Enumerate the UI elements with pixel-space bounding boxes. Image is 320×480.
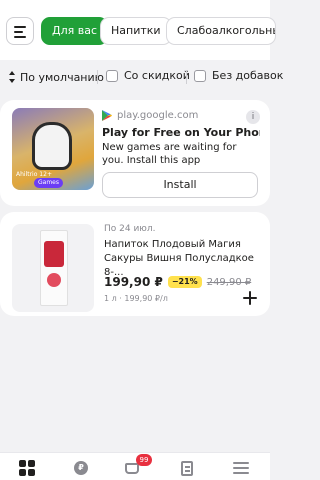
- menu-icon-line: [233, 467, 249, 469]
- other-filter-label: Без добавок: [212, 69, 284, 82]
- divider: [186, 70, 187, 84]
- cart-icon: [125, 463, 139, 474]
- coin-icon: ₽: [74, 461, 88, 475]
- menu-icon: [233, 462, 249, 464]
- nav-bonuses[interactable]: ₽: [72, 459, 90, 477]
- ad-title: Play for Free on Your Phone: [102, 126, 260, 139]
- grid-icon-cell: [28, 460, 35, 467]
- hamburger-icon-line: [14, 31, 23, 33]
- filter-row: По умолчанию Со скидкой Без добавок: [0, 60, 283, 94]
- price-row: 199,90 ₽ −21% 249,90 ₽: [104, 274, 251, 290]
- sort-label: По умолчанию: [20, 70, 104, 84]
- ad-description: New games are waiting for you. Install t…: [102, 142, 237, 166]
- info-icon[interactable]: i: [246, 110, 260, 124]
- grid-icon: [19, 460, 26, 467]
- checkbox-box: [194, 69, 206, 82]
- ad-source-label: play.google.com: [117, 110, 199, 121]
- drink-carton-illustration: [40, 230, 68, 306]
- nav-cart[interactable]: 99: [124, 454, 152, 477]
- games-badge: Games: [34, 178, 63, 188]
- chip-drinks[interactable]: Напитки: [100, 17, 172, 45]
- divider: [97, 70, 98, 84]
- grid-icon-cell: [28, 469, 35, 476]
- play-store-icon: [102, 110, 112, 121]
- product-card[interactable]: По 24 июл. Напиток Плодовый Магия Сакуры…: [0, 212, 270, 316]
- hamburger-icon: [14, 26, 26, 28]
- cart-count-badge: 99: [136, 454, 152, 466]
- chip-for-you[interactable]: Для вас: [41, 17, 109, 45]
- bottom-navigation: ₽ 99: [0, 452, 270, 480]
- discount-badge: −21%: [167, 276, 202, 288]
- menu-icon-line: [233, 472, 249, 474]
- ad-source: play.google.com: [102, 110, 198, 121]
- install-button[interactable]: Install: [102, 172, 258, 198]
- ad-image: Ahiltrio 12+ Games: [12, 108, 94, 190]
- discount-checkbox[interactable]: Со скидкой: [106, 69, 190, 82]
- hamburger-icon-line: [14, 36, 26, 38]
- promo-date: По 24 июл.: [104, 224, 156, 234]
- product-image[interactable]: [12, 224, 94, 312]
- game-character-illustration: [32, 122, 72, 170]
- ad-card[interactable]: Ahiltrio 12+ Games play.google.com i Pla…: [0, 100, 270, 206]
- sort-dropdown[interactable]: По умолчанию: [8, 68, 104, 86]
- hamburger-button[interactable]: [6, 17, 34, 45]
- current-price: 199,90 ₽: [104, 275, 163, 289]
- nav-menu[interactable]: [232, 459, 250, 477]
- checkbox-box: [106, 69, 118, 82]
- nav-lists[interactable]: [178, 459, 196, 477]
- discount-checkbox-label: Со скидкой: [124, 69, 190, 82]
- add-to-cart-button[interactable]: [240, 288, 260, 308]
- list-icon: [181, 461, 193, 476]
- grid-icon-cell: [19, 469, 26, 476]
- ad-image-meta: Ahiltrio 12+: [16, 171, 52, 178]
- chip-low-alcohol[interactable]: Слабоалкогольные н: [166, 17, 276, 45]
- sort-icon: [8, 71, 16, 83]
- other-filter-checkbox[interactable]: Без добавок: [194, 69, 283, 82]
- old-price: 249,90 ₽: [206, 276, 252, 288]
- unit-price: 1 л · 199,90 ₽/л: [104, 294, 168, 303]
- category-chips-bar: Для вас Напитки Слабоалкогольные н: [0, 0, 276, 60]
- nav-home[interactable]: [18, 459, 36, 477]
